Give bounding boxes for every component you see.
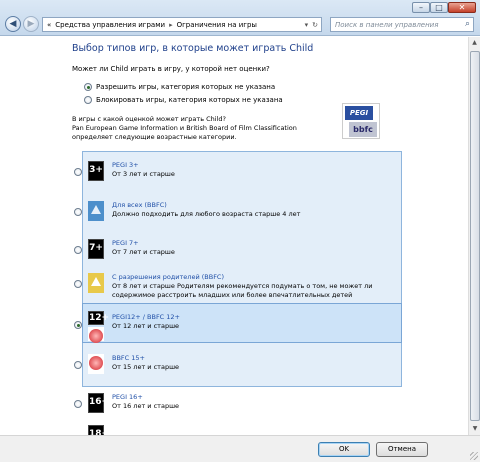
block-unrated-option[interactable]: Блокировать игры, категория которых не у… xyxy=(84,96,283,104)
breadcrumb-game-controls[interactable]: Средства управления играми xyxy=(55,21,165,29)
rating-radio[interactable] xyxy=(74,246,82,254)
close-button[interactable]: ✕ xyxy=(448,2,476,13)
bbfc-pg-icon xyxy=(88,273,104,293)
rating-item-pegi-16[interactable]: 16+ PEGI 16+ От 16 лет и старше xyxy=(72,389,392,419)
back-button[interactable]: ◀ xyxy=(5,16,21,32)
address-overflow-icon[interactable]: « xyxy=(47,21,51,29)
rating-radio[interactable] xyxy=(74,208,82,216)
search-icon[interactable]: ⌕ xyxy=(465,19,470,29)
resize-grip-icon[interactable] xyxy=(470,452,478,460)
rating-radio[interactable] xyxy=(74,321,82,329)
ok-button[interactable]: OK xyxy=(318,442,370,457)
rating-radio[interactable] xyxy=(74,168,82,176)
intro-line-2: Pan European Game Information и British … xyxy=(72,124,297,132)
allow-unrated-label: Разрешить игры, категория которых не ука… xyxy=(96,83,276,91)
intro-line-3: определяет следующие возрастные категори… xyxy=(72,133,237,141)
breadcrumb-game-restrictions[interactable]: Ограничения на игры xyxy=(177,21,257,29)
bbfc-12-icon xyxy=(88,327,104,343)
scroll-down-icon[interactable]: ▼ xyxy=(469,423,480,435)
rating-system-logo: PEGI bbfc xyxy=(342,103,380,139)
bbfc-15-icon xyxy=(88,354,104,374)
unrated-question: Может ли Child играть в игру, у которой … xyxy=(72,65,270,73)
rating-item-bbfc-15[interactable]: BBFC 15+ От 15 лет и старше xyxy=(72,350,392,380)
cancel-button[interactable]: Отмена xyxy=(376,442,428,457)
rating-item-pegi-3[interactable]: 3+ PEGI 3+ От 3 лет и старше xyxy=(72,157,392,187)
forward-button[interactable]: ▶ xyxy=(23,16,39,32)
rating-radio[interactable] xyxy=(74,361,82,369)
rating-item-bbfc-pg[interactable]: С разрешения родителей (BBFC) От 8 лет и… xyxy=(72,269,392,299)
scrollbar-thumb[interactable] xyxy=(470,51,480,421)
search-placeholder: Поиск в панели управления xyxy=(335,21,439,29)
rating-title[interactable]: PEGI 7+ xyxy=(112,239,139,247)
search-input[interactable]: Поиск в панели управления ⌕ xyxy=(330,17,474,32)
allow-unrated-option[interactable]: Разрешить игры, категория которых не ука… xyxy=(84,83,275,91)
rating-desc: От 7 лет и старше xyxy=(112,248,175,256)
navigation-buttons: ◀ ▶ xyxy=(5,16,39,32)
bbfc-logo-icon: bbfc xyxy=(349,122,377,137)
pegi-3-icon: 3+ xyxy=(88,161,104,181)
pegi-7-icon: 7+ xyxy=(88,239,104,259)
block-unrated-label: Блокировать игры, категория которых не у… xyxy=(96,96,283,104)
rating-title[interactable]: PEGI12+ / BBFC 12+ xyxy=(112,313,180,321)
rating-item-pegi-12[interactable]: 12+ PEGI12+ / BBFC 12+ От 12 лет и старш… xyxy=(72,309,392,343)
chevron-down-icon[interactable]: ▾ xyxy=(305,21,309,29)
main-content: Выбор типов игр, в которые может играть … xyxy=(0,37,468,435)
rating-desc: От 15 лет и старше xyxy=(112,363,180,371)
rating-title[interactable]: BBFC 15+ xyxy=(112,354,145,362)
pegi-logo-icon: PEGI xyxy=(345,106,373,120)
vertical-scrollbar[interactable]: ▲ ▼ xyxy=(468,37,480,435)
rating-title[interactable]: Для всех (BBFC) xyxy=(112,201,167,209)
rating-title[interactable]: PEGI 16+ xyxy=(112,393,143,401)
pegi-18-icon: 18+ xyxy=(88,425,109,435)
address-bar[interactable]: « Средства управления играми ▸ Ограничен… xyxy=(42,17,322,32)
intro-line-1: В игры с какой оценкой может играть Chil… xyxy=(72,115,226,123)
pegi-16-icon: 16+ xyxy=(88,393,109,413)
rating-desc: От 12 лет и старше xyxy=(112,322,180,330)
button-bar: OK Отмена xyxy=(0,435,480,462)
allow-unrated-radio[interactable] xyxy=(84,83,92,91)
rating-title[interactable]: С разрешения родителей (BBFC) xyxy=(112,273,224,281)
chevron-right-icon[interactable]: ▸ xyxy=(169,21,173,29)
rating-desc: От 16 лет и старше xyxy=(112,402,180,410)
rating-radio[interactable] xyxy=(74,280,82,288)
rating-desc: От 3 лет и старше xyxy=(112,170,175,178)
block-unrated-radio[interactable] xyxy=(84,96,92,104)
maximize-button[interactable]: □ xyxy=(430,2,448,13)
bbfc-universal-icon xyxy=(88,201,104,221)
window-controls: – □ ✕ xyxy=(412,2,476,13)
title-bar: – □ ✕ ◀ ▶ « Средства управления играми ▸… xyxy=(0,0,480,36)
rating-radio[interactable] xyxy=(74,400,82,408)
rating-item-pegi-7[interactable]: 7+ PEGI 7+ От 7 лет и старше xyxy=(72,235,392,265)
scroll-up-icon[interactable]: ▲ xyxy=(469,37,480,49)
pegi-12-icon: 12+ xyxy=(88,311,110,325)
rating-desc: От 8 лет и старше Родителям рекомендуетс… xyxy=(112,282,373,299)
page-title: Выбор типов игр, в которые может играть … xyxy=(72,43,314,54)
minimize-button[interactable]: – xyxy=(412,2,430,13)
rating-item-bbfc-universal[interactable]: Для всех (BBFC) Должно подходить для люб… xyxy=(72,197,392,227)
rating-desc: Должно подходить для любого возраста ста… xyxy=(112,210,301,218)
refresh-icon[interactable]: ↻ xyxy=(312,21,318,29)
rating-intro: В игры с какой оценкой может играть Chil… xyxy=(72,115,337,142)
rating-item-pegi-18[interactable]: 18+ xyxy=(72,421,392,435)
rating-title[interactable]: PEGI 3+ xyxy=(112,161,139,169)
